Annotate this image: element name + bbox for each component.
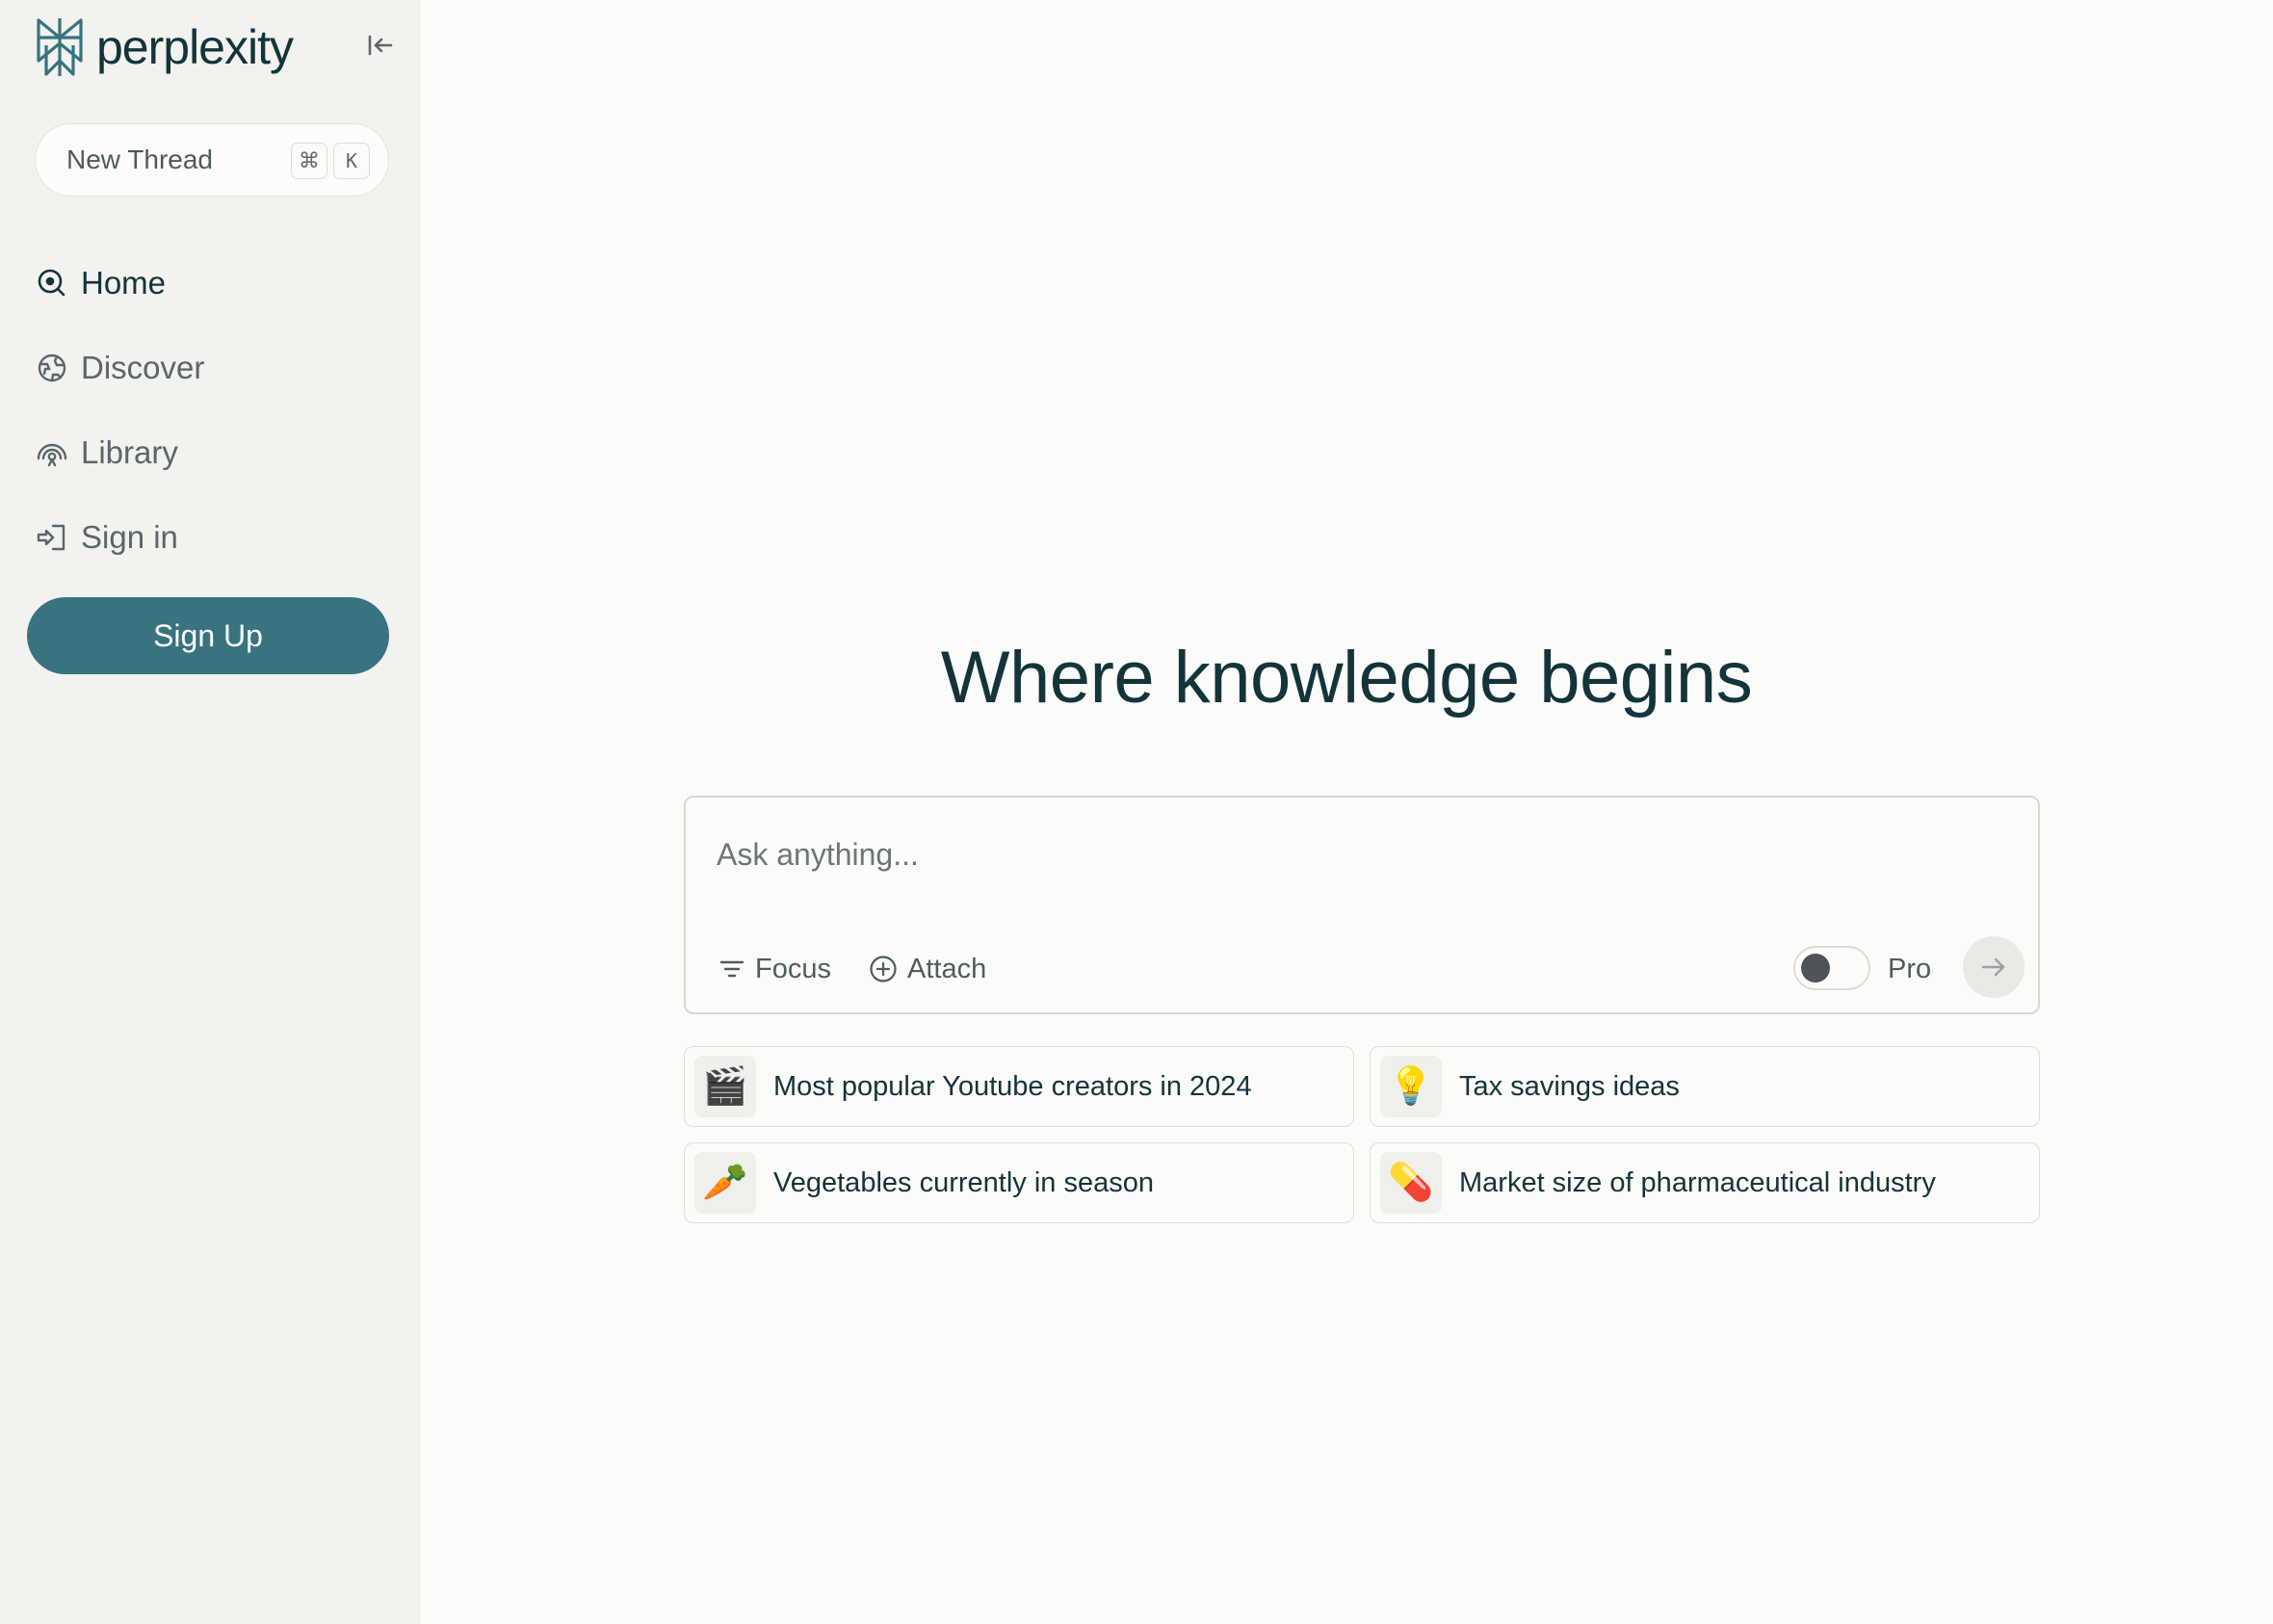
sidebar-item-label: Discover <box>81 350 205 385</box>
perplexity-logo-icon <box>37 18 83 76</box>
suggestion-item[interactable]: 🥕 Vegetables currently in season <box>684 1142 1354 1223</box>
suggestion-item[interactable]: 💡 Tax savings ideas <box>1370 1046 2040 1127</box>
new-thread-label: New Thread <box>66 144 214 174</box>
arrow-right-icon <box>1981 957 2005 977</box>
carrot-icon: 🥕 <box>694 1152 756 1214</box>
new-thread-button[interactable]: New Thread ⌘ K <box>35 123 389 196</box>
globe-icon <box>35 351 69 385</box>
search-box: Focus Attach Pro <box>684 796 2040 1014</box>
sidebar-item-discover[interactable]: Discover <box>35 326 401 410</box>
collapse-icon <box>368 35 393 56</box>
filter-icon <box>719 960 745 978</box>
light-bulb-icon: 💡 <box>1380 1056 1442 1117</box>
brand-name: perplexity <box>96 20 294 74</box>
pill-icon: 💊 <box>1380 1152 1442 1214</box>
suggestion-text: Vegetables currently in season <box>773 1166 1154 1198</box>
attach-button[interactable]: Attach <box>869 948 986 990</box>
sidebar-item-label: Home <box>81 265 167 301</box>
plus-circle-icon <box>870 956 897 982</box>
shortcut-cmd-key: ⌘ <box>291 143 327 179</box>
library-icon <box>35 435 69 470</box>
search-circle-icon <box>35 266 69 301</box>
sign-in-icon <box>35 520 69 555</box>
suggestion-item[interactable]: 🎬 Most popular Youtube creators in 2024 <box>684 1046 1354 1127</box>
sidebar: perplexity New Thread ⌘ K Home Discover … <box>0 0 420 1624</box>
suggestions: 🎬 Most popular Youtube creators in 2024 … <box>684 1046 2040 1223</box>
app-window: perplexity New Thread ⌘ K Home Discover … <box>0 0 2273 1624</box>
suggestion-text: Most popular Youtube creators in 2024 <box>773 1070 1252 1102</box>
submit-button[interactable] <box>1963 936 2025 998</box>
suggestion-text: Market size of pharmaceutical industry <box>1459 1166 1936 1198</box>
sidebar-item-sign-in[interactable]: Sign in <box>35 495 401 580</box>
shortcut-k-key: K <box>333 143 370 179</box>
suggestion-item[interactable]: 💊 Market size of pharmaceutical industry <box>1370 1142 2040 1223</box>
pro-label: Pro <box>1888 953 1932 984</box>
sidebar-nav: Home Discover Library Sign in <box>35 241 401 580</box>
sidebar-item-label: Library <box>81 434 178 470</box>
suggestion-text: Tax savings ideas <box>1459 1070 1680 1102</box>
focus-button[interactable]: Focus <box>718 948 831 990</box>
sidebar-item-label: Sign in <box>81 519 178 555</box>
page-title: Where knowledge begins <box>940 637 1753 719</box>
collapse-sidebar-button[interactable] <box>360 27 401 64</box>
clapper-board-icon: 🎬 <box>694 1056 756 1117</box>
focus-label: Focus <box>755 953 831 984</box>
attach-label: Attach <box>907 953 987 984</box>
pro-toggle[interactable] <box>1793 946 1870 990</box>
pro-toggle-knob <box>1801 954 1830 982</box>
logo[interactable]: perplexity <box>33 15 294 79</box>
sidebar-item-library[interactable]: Library <box>35 410 401 495</box>
sign-up-button[interactable]: Sign Up <box>27 597 389 674</box>
sidebar-item-home[interactable]: Home <box>35 241 401 326</box>
search-input[interactable] <box>717 830 1969 878</box>
